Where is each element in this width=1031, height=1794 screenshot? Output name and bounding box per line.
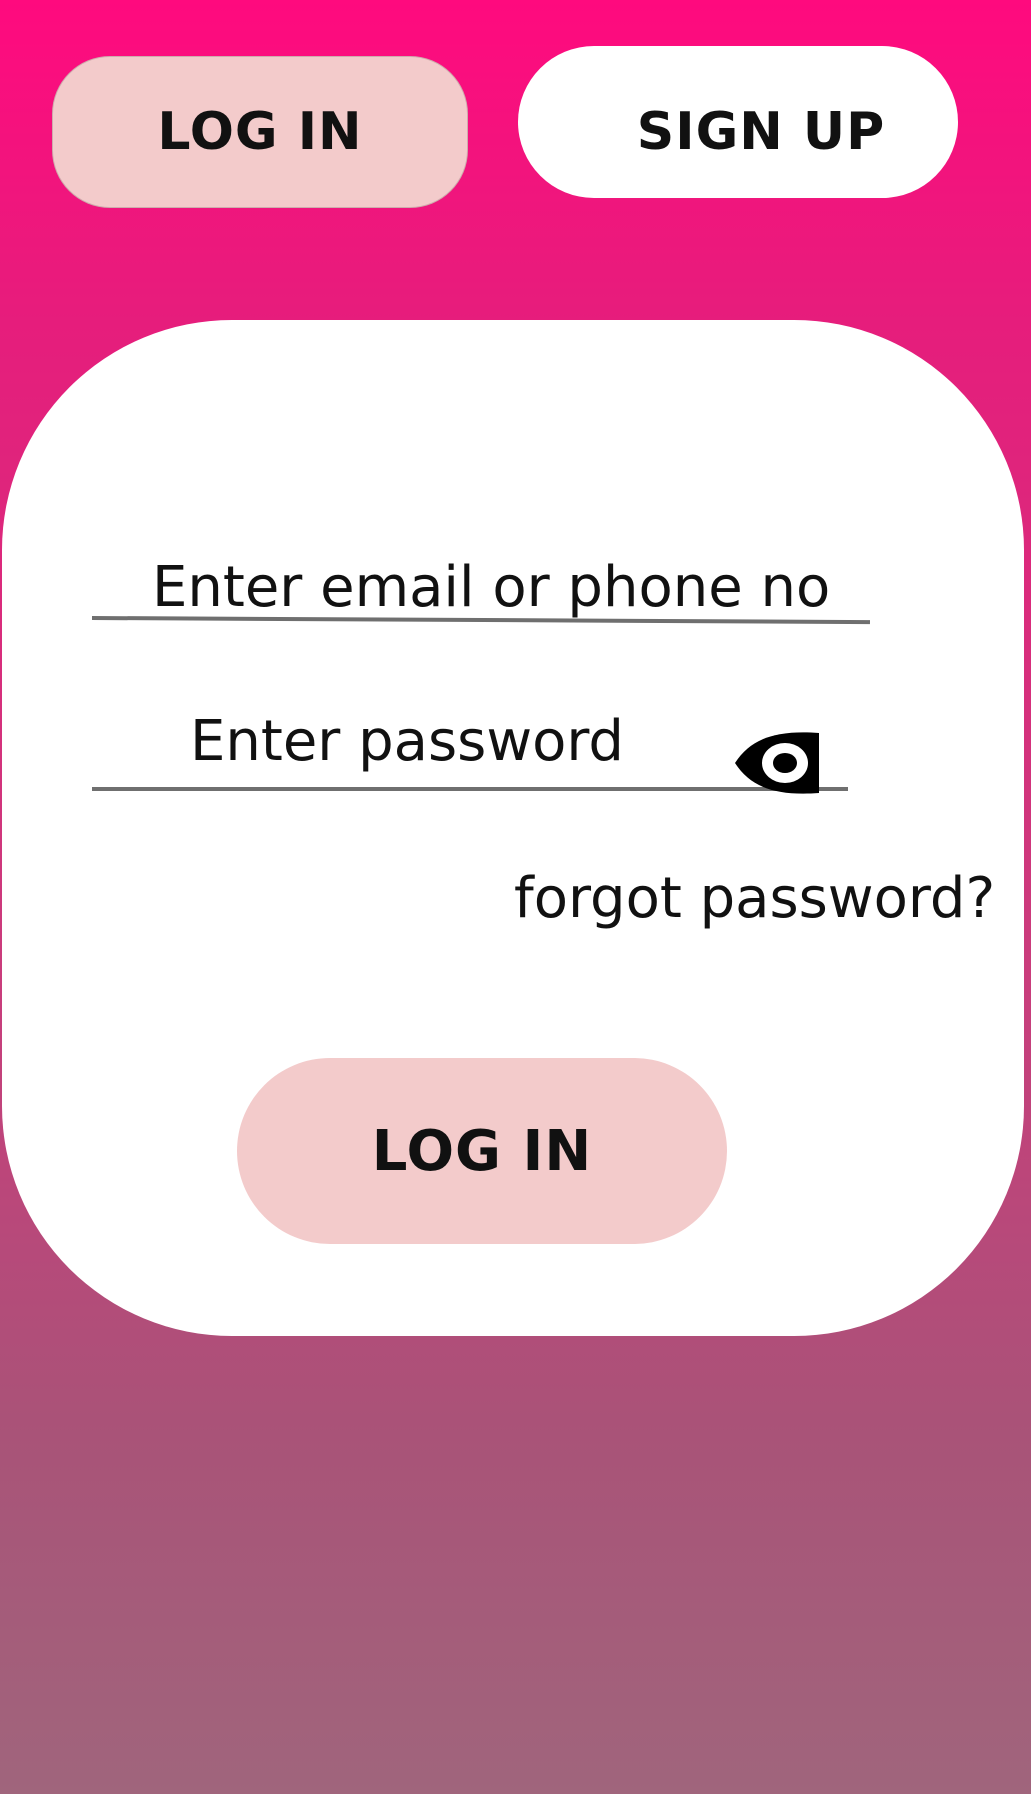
signup-tab-button[interactable]: SIGN UP — [518, 46, 958, 198]
email-placeholder: Enter email or phone no — [152, 555, 831, 620]
login-submit-button[interactable]: LOG IN — [237, 1058, 727, 1244]
eye-icon[interactable] — [733, 730, 819, 796]
email-field[interactable]: Enter email or phone no — [91, 545, 870, 631]
login-tab-button[interactable]: LOG IN — [52, 56, 468, 208]
password-placeholder: Enter password — [190, 709, 624, 774]
forgot-password-link[interactable]: forgot password? — [514, 866, 995, 931]
eye-icon-graphic — [735, 732, 819, 794]
